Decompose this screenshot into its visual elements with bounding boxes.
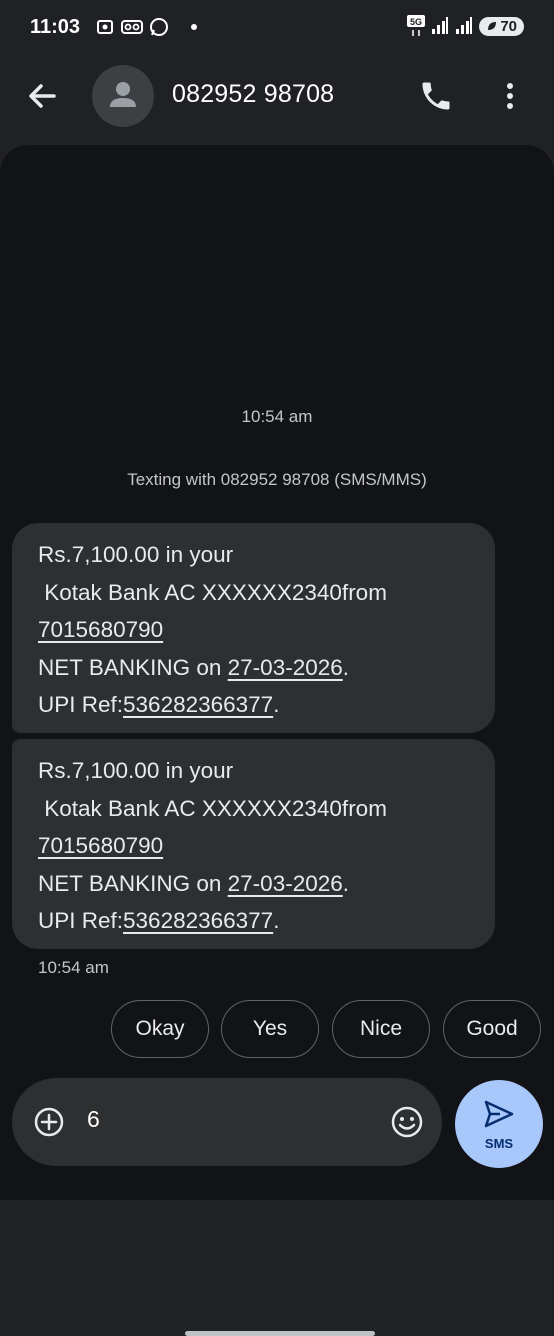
smart-reply-nice[interactable]: Nice bbox=[332, 1000, 430, 1058]
back-arrow-icon[interactable] bbox=[22, 76, 62, 116]
app-bar: 082952 98708 bbox=[0, 56, 554, 136]
texting-with-label: Texting with 082952 98708 (SMS/MMS) bbox=[127, 470, 427, 489]
send-label: SMS bbox=[484, 1136, 514, 1151]
contact-title[interactable]: 082952 98708 bbox=[172, 80, 334, 109]
message-text: . bbox=[273, 908, 280, 933]
system-icons: 5G 70 bbox=[407, 15, 524, 37]
smart-reply-okay[interactable]: Okay bbox=[111, 1000, 209, 1058]
avatar[interactable] bbox=[92, 65, 154, 127]
conversation-timestamp: 10:54 am bbox=[241, 407, 313, 426]
battery-leaf-icon bbox=[488, 22, 497, 30]
emoji-icon[interactable] bbox=[390, 1105, 424, 1139]
smart-reply-good[interactable]: Good bbox=[443, 1000, 541, 1058]
message-line: Rs.7,100.00 in your bbox=[38, 758, 234, 783]
signal-icon bbox=[432, 17, 449, 34]
message-line: Rs.7,100.00 in your bbox=[38, 542, 234, 567]
screenshot-icon bbox=[97, 20, 113, 34]
message-timestamp: 10:54 am bbox=[38, 958, 109, 977]
network-5g-icon: 5G bbox=[407, 15, 426, 36]
date-link[interactable]: 27-03-2026 bbox=[228, 655, 343, 680]
smart-reply-yes[interactable]: Yes bbox=[221, 1000, 319, 1058]
gesture-handle[interactable] bbox=[185, 1331, 375, 1336]
message-text: UPI Ref: bbox=[38, 908, 124, 933]
message-text: . bbox=[273, 692, 280, 717]
phone-icon[interactable] bbox=[418, 78, 454, 114]
battery-indicator: 70 bbox=[479, 16, 524, 36]
person-icon bbox=[110, 82, 136, 107]
phone-link[interactable]: 7015680790 bbox=[38, 617, 163, 642]
battery-level: 70 bbox=[500, 17, 517, 35]
ref-link[interactable]: 536282366377 bbox=[123, 692, 273, 717]
phone-link[interactable]: 7015680790 bbox=[38, 833, 163, 858]
message-text: . bbox=[342, 654, 350, 680]
notification-dot bbox=[191, 24, 197, 30]
message-bubble[interactable]: Rs.7,100.00 in your Kotak Bank AC XXXXXX… bbox=[12, 739, 495, 949]
ref-link[interactable]: 536282366377 bbox=[123, 908, 273, 933]
send-icon bbox=[484, 1100, 514, 1128]
notification-icons bbox=[95, 17, 197, 37]
message-text: UPI Ref: bbox=[38, 692, 124, 717]
message-text: . bbox=[342, 870, 350, 896]
message-text: NET BANKING on bbox=[38, 870, 228, 896]
signal-icon-2 bbox=[456, 17, 473, 34]
message-line: Kotak Bank AC XXXXXX2340from bbox=[38, 795, 387, 821]
send-button[interactable]: SMS bbox=[455, 1080, 543, 1168]
status-time: 11:03 bbox=[30, 16, 81, 38]
svg-text:5G: 5G bbox=[410, 17, 422, 27]
message-text: NET BANKING on bbox=[38, 654, 228, 680]
message-bubble[interactable]: Rs.7,100.00 in your Kotak Bank AC XXXXXX… bbox=[12, 523, 495, 733]
whatsapp-icon bbox=[150, 18, 168, 36]
voicemail-icon bbox=[121, 20, 143, 34]
more-vert-icon[interactable] bbox=[495, 78, 525, 114]
compose-bar[interactable]: 6 bbox=[12, 1078, 442, 1166]
message-input[interactable]: 6 bbox=[87, 1106, 100, 1133]
add-circle-icon[interactable] bbox=[33, 1106, 65, 1138]
conversation-area[interactable]: 10:54 am Texting with 082952 98708 (SMS/… bbox=[0, 145, 554, 1336]
date-link[interactable]: 27-03-2026 bbox=[228, 871, 343, 896]
status-bar: 11:03 5G 70 bbox=[0, 0, 554, 56]
message-line: Kotak Bank AC XXXXXX2340from bbox=[38, 579, 387, 605]
